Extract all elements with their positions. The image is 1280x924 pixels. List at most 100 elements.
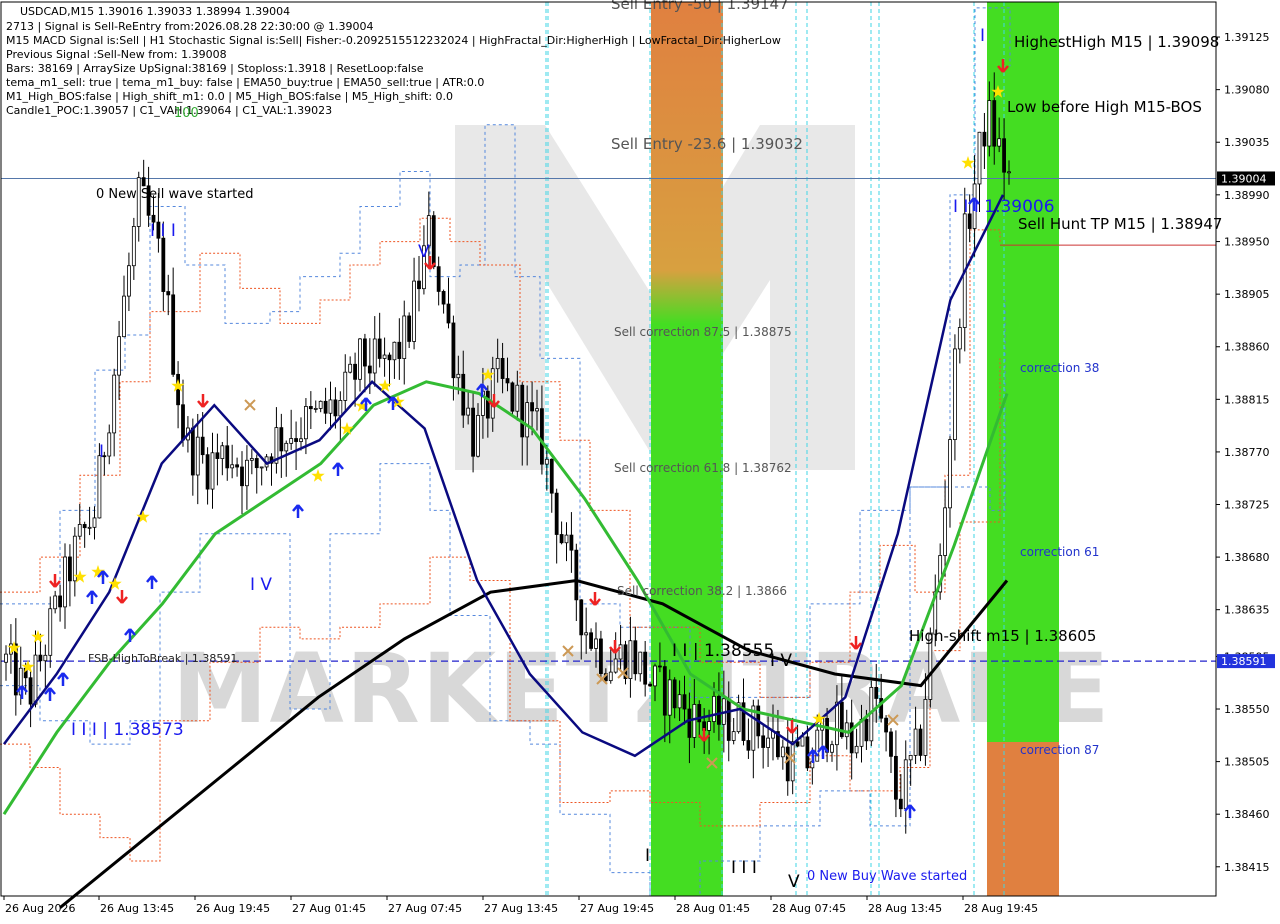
candle-down <box>530 402 534 412</box>
candle-down <box>166 291 171 296</box>
candle-up <box>854 745 859 754</box>
y-tick-label: 1.38990 <box>1224 189 1270 202</box>
candle-down <box>471 407 475 457</box>
info-line-5: tema_m1_sell: true | tema_m1_buy: false … <box>6 76 484 89</box>
candle-down <box>397 341 402 359</box>
x-tick-label: 27 Aug 07:45 <box>388 902 462 915</box>
candle-down <box>918 728 923 756</box>
label-correction-61: correction 61 <box>1020 545 1099 559</box>
candle-up <box>948 439 952 509</box>
candle-up <box>412 280 416 342</box>
candle-up <box>677 694 682 709</box>
candle-up <box>348 363 353 373</box>
candle-down <box>68 556 72 582</box>
candle-up <box>667 679 672 716</box>
candle-up <box>97 455 102 519</box>
candle-up <box>830 744 834 753</box>
candle-down <box>559 534 564 544</box>
x-tick-label: 27 Aug 01:45 <box>292 902 366 915</box>
candle-down <box>884 717 888 733</box>
candle-up <box>304 406 308 440</box>
wave-label-iv-mid: I V <box>770 651 792 671</box>
candle-down <box>746 740 751 751</box>
candle-up <box>77 524 82 537</box>
candle-up <box>195 436 200 476</box>
candle-up <box>210 452 215 490</box>
candle-down <box>825 718 829 753</box>
candle-down <box>235 464 239 468</box>
candle-up <box>1007 171 1011 174</box>
candle-down <box>500 357 505 379</box>
candle-up <box>127 265 131 297</box>
candle-up <box>117 336 121 376</box>
candle-up <box>33 654 38 705</box>
candle-down <box>82 524 87 529</box>
candle-down <box>377 338 382 359</box>
candle-down <box>215 452 220 459</box>
candle-down <box>333 399 338 417</box>
info-line-6: M1_High_BOS:false | High_shift_m1: 0.0 |… <box>6 90 453 103</box>
candle-up <box>613 658 618 673</box>
candle-up <box>92 517 97 528</box>
candle-down <box>417 280 421 290</box>
candle-down <box>520 384 525 438</box>
candle-up <box>289 438 294 444</box>
candle-up <box>653 665 657 687</box>
wave-label-i-left: I <box>99 442 104 462</box>
y-tick-label: 1.38505 <box>1224 756 1270 769</box>
y-tick-label: 1.38950 <box>1224 236 1270 249</box>
label-correction-87: correction 87 <box>1020 743 1099 757</box>
candle-up <box>53 595 58 610</box>
candle-up <box>318 400 323 409</box>
candle-up <box>87 526 92 529</box>
candle-up <box>63 556 67 608</box>
candle-up <box>780 746 785 758</box>
candle-up <box>977 131 982 185</box>
candle-down <box>225 445 230 469</box>
label-sell-correction-382: Sell correction 38.2 | 1.3866 <box>617 584 787 598</box>
x-tick-label: 28 Aug 01:45 <box>676 902 750 915</box>
candle-up <box>249 458 254 461</box>
candle-up <box>731 731 736 741</box>
candle-up <box>943 507 947 556</box>
candle-down <box>864 718 869 742</box>
candle-down <box>795 741 800 747</box>
wave-label-iv-left: I V <box>250 575 272 595</box>
wave-label-iii-top: I I I <box>150 221 176 241</box>
candle-up <box>997 138 1002 147</box>
candle-down <box>549 458 554 494</box>
candle-up <box>913 728 918 756</box>
y-tick-label: 1.38550 <box>1224 703 1270 716</box>
candle-down <box>726 698 731 741</box>
info-line-3: Previous Signal :Sell-New from: 1.39008 <box>6 48 227 61</box>
candle-up <box>608 671 613 682</box>
wave-label-iii-39006: I I I 1.39006 <box>953 197 1055 217</box>
candle-down <box>323 400 328 414</box>
candle-up <box>490 368 495 419</box>
candle-up <box>245 459 249 487</box>
candle-up <box>220 445 225 459</box>
label-sell-hunt-tp: Sell Hunt TP M15 | 1.38947 <box>1018 215 1222 233</box>
candle-down <box>367 365 372 374</box>
candle-up <box>328 399 333 414</box>
candle-down <box>894 755 898 800</box>
candle-down <box>171 294 176 375</box>
candle-up <box>594 638 598 649</box>
candle-up <box>800 736 805 747</box>
y-tick-label: 1.38770 <box>1224 446 1270 459</box>
label-low-before-high: Low before High M15-BOS <box>1007 98 1202 116</box>
wave-label-iii-bottom: I I I <box>731 858 757 878</box>
label-high-shift: High-shift m15 | 1.38605 <box>909 627 1096 645</box>
candle-up <box>495 357 500 370</box>
y-tick-label: 1.38460 <box>1224 808 1270 821</box>
candle-up <box>107 432 112 457</box>
candle-down <box>240 466 244 487</box>
x-tick-label: 28 Aug 07:45 <box>772 902 846 915</box>
wave-label-v-top: V <box>418 242 430 262</box>
candle-down <box>436 266 441 292</box>
candle-up <box>313 408 318 410</box>
candle-up <box>122 295 126 338</box>
candle-down <box>633 640 638 675</box>
chart-svg: MARKETZITRADE Sell Entry -23.6 | 1.39032… <box>0 0 1280 920</box>
candle-up <box>692 704 697 738</box>
